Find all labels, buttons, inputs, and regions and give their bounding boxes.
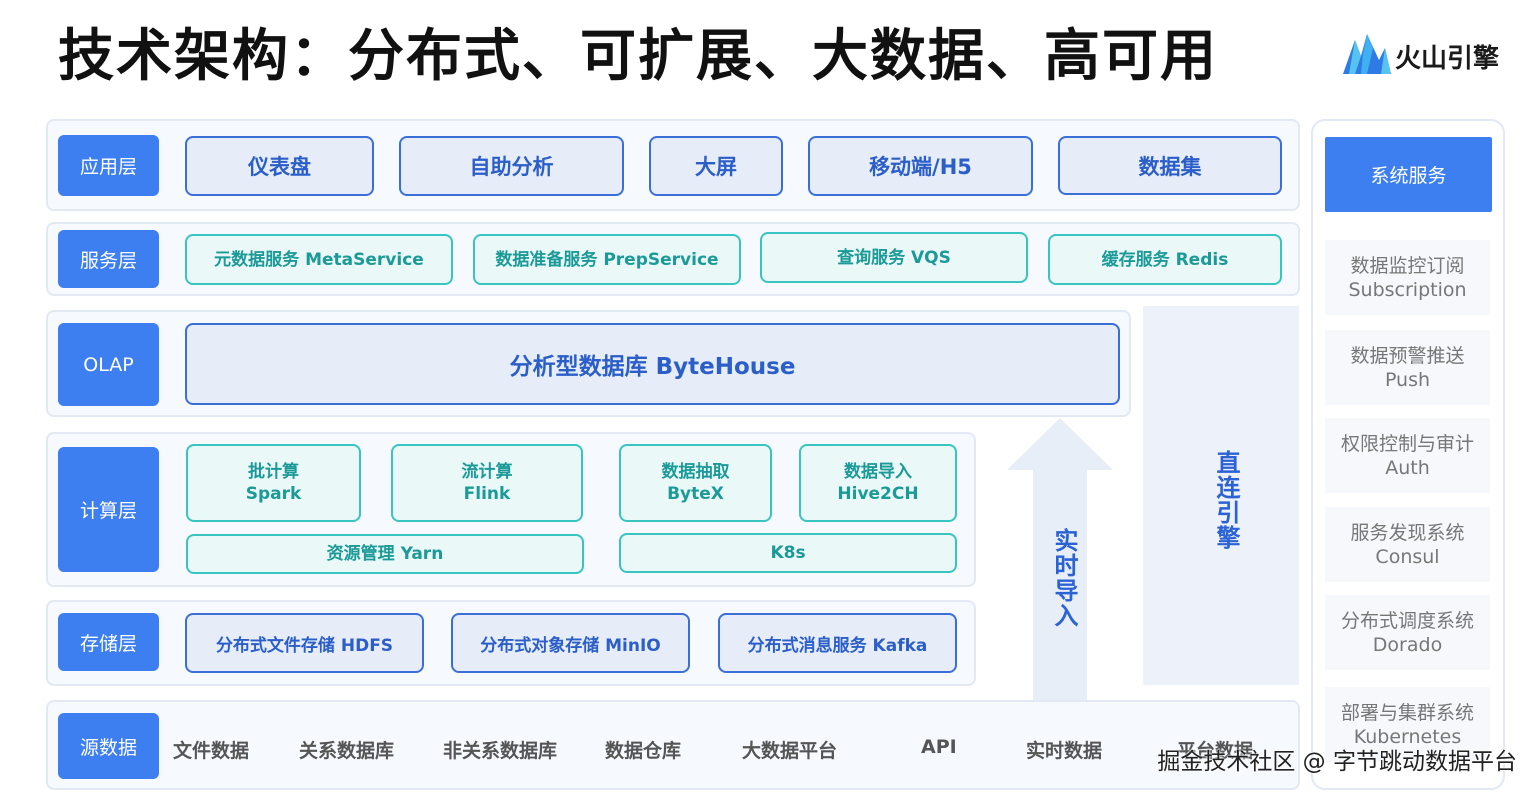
compute-spark-title: 批计算 <box>248 462 299 482</box>
system-item-subscription-en: Subscription <box>1348 278 1467 301</box>
source-item-realtime: 实时数据 <box>1026 740 1103 762</box>
storage-layer-label: 存储层 <box>58 613 159 671</box>
system-item-dorado-en: Dorado <box>1372 633 1443 656</box>
watermark-text: 掘金技术社区 @ 字节跳动数据平台 <box>1157 749 1517 775</box>
system-item-consul-en: Consul <box>1375 545 1440 568</box>
app-mobile-h5-box[interactable]: 移动端/H5 <box>808 136 1033 196</box>
service-redis-box[interactable]: 缓存服务 Redis <box>1048 234 1282 285</box>
system-item-auth-zh: 权限控制与审计 <box>1340 432 1474 455</box>
system-item-subscription[interactable]: 数据监控订阅 Subscription <box>1325 240 1490 315</box>
compute-hive2ch-title: 数据导入 <box>844 462 912 482</box>
source-item-api: API <box>921 736 957 758</box>
app-self-analysis-box[interactable]: 自助分析 <box>399 136 624 196</box>
system-item-kubernetes-zh: 部署与集群系统 <box>1340 701 1474 724</box>
system-item-dorado[interactable]: 分布式调度系统 Dorado <box>1325 595 1490 670</box>
volcano-engine-logo: 火山引擎 <box>1343 30 1513 80</box>
compute-layer-label: 计算层 <box>58 447 159 572</box>
service-metaservice-box[interactable]: 元数据服务 MetaService <box>185 234 453 285</box>
service-prepservice-box[interactable]: 数据准备服务 PrepService <box>473 234 741 285</box>
compute-flink-box[interactable]: 流计算 Flink <box>391 444 583 522</box>
direct-engine-label: 直连引擎 <box>1212 450 1240 550</box>
realtime-import-label: 实时导入 <box>1050 528 1078 628</box>
compute-yarn-box[interactable]: 资源管理 Yarn <box>186 534 584 574</box>
app-dashboard-box[interactable]: 仪表盘 <box>185 136 374 196</box>
source-item-warehouse: 数据仓库 <box>605 740 682 762</box>
olap-bytehouse-box[interactable]: 分析型数据库 ByteHouse <box>185 323 1120 405</box>
storage-kafka-box[interactable]: 分布式消息服务 Kafka <box>718 613 957 673</box>
source-item-bigdata: 大数据平台 <box>742 740 838 762</box>
system-item-consul-zh: 服务发现系统 <box>1350 521 1465 544</box>
storage-hdfs-box[interactable]: 分布式文件存储 HDFS <box>185 613 424 673</box>
compute-bytex-title: 数据抽取 <box>661 462 730 482</box>
system-item-consul[interactable]: 服务发现系统 Consul <box>1325 507 1490 582</box>
app-dataset-box[interactable]: 数据集 <box>1058 136 1282 195</box>
source-item-relational: 关系数据库 <box>299 740 395 762</box>
source-item-nonrelational: 非关系数据库 <box>443 740 558 762</box>
compute-flink-title: 流计算 <box>461 462 513 482</box>
system-item-auth-en: Auth <box>1385 456 1430 479</box>
system-item-push[interactable]: 数据预警推送 Push <box>1325 330 1490 405</box>
system-item-subscription-zh: 数据监控订阅 <box>1350 254 1465 277</box>
compute-bytex-box[interactable]: 数据抽取 ByteX <box>619 444 772 522</box>
source-layer-label: 源数据 <box>58 713 159 779</box>
app-layer-label: 应用层 <box>58 135 159 196</box>
page-title: 技术架构：分布式、可扩展、大数据、高可用 <box>58 24 1218 89</box>
system-services-header: 系统服务 <box>1325 137 1492 212</box>
system-item-push-zh: 数据预警推送 <box>1350 344 1465 367</box>
compute-spark-name: Spark <box>245 484 302 504</box>
compute-bytex-name: ByteX <box>667 484 724 504</box>
source-item-file: 文件数据 <box>173 740 250 762</box>
logo-text: 火山引擎 <box>1395 44 1500 74</box>
app-big-screen-box[interactable]: 大屏 <box>649 136 783 196</box>
compute-spark-box[interactable]: 批计算 Spark <box>186 444 361 522</box>
volcano-logo-icon <box>1343 34 1391 74</box>
system-item-push-en: Push <box>1384 368 1431 391</box>
service-vqs-box[interactable]: 查询服务 VQS <box>760 232 1028 283</box>
compute-hive2ch-name: Hive2CH <box>837 484 919 504</box>
compute-flink-name: Flink <box>463 484 511 504</box>
system-item-auth[interactable]: 权限控制与审计 Auth <box>1325 418 1490 493</box>
compute-k8s-box[interactable]: K8s <box>619 533 957 573</box>
storage-minio-box[interactable]: 分布式对象存储 MinIO <box>451 613 690 673</box>
olap-layer-label: OLAP <box>58 323 159 406</box>
system-item-dorado-zh: 分布式调度系统 <box>1340 609 1474 632</box>
service-layer-label: 服务层 <box>58 230 159 288</box>
compute-hive2ch-box[interactable]: 数据导入 Hive2CH <box>799 444 957 522</box>
